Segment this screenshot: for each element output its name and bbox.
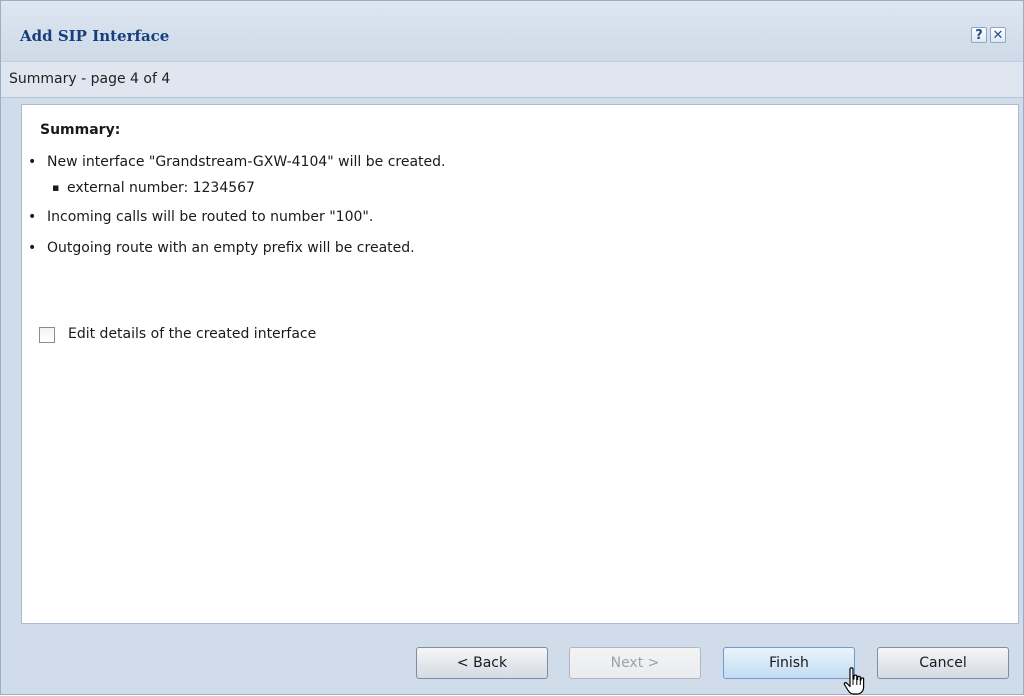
- help-icon[interactable]: ?: [971, 27, 987, 43]
- back-button[interactable]: < Back: [416, 647, 548, 679]
- bullet-icon: •: [28, 240, 37, 256]
- next-button: Next >: [569, 647, 701, 679]
- summary-heading: Summary:: [40, 122, 121, 138]
- bullet-icon: •: [28, 154, 37, 170]
- hand-pointer-icon: [843, 667, 865, 695]
- summary-panel: Summary: • New interface "Grandstream-GX…: [21, 104, 1019, 624]
- summary-item-outgoing-route: Outgoing route with an empty prefix will…: [47, 240, 415, 256]
- finish-button[interactable]: Finish: [723, 647, 855, 679]
- add-sip-interface-dialog: Add SIP Interface ? ✕ Summary - page 4 o…: [0, 0, 1024, 695]
- dialog-title-bar: Add SIP Interface ? ✕: [1, 1, 1023, 61]
- edit-details-checkbox[interactable]: [39, 327, 55, 343]
- bullet-icon: •: [28, 209, 37, 225]
- dialog-title: Add SIP Interface: [20, 27, 170, 45]
- page-subtitle: Summary - page 4 of 4: [9, 71, 171, 87]
- sub-bullet-icon: ▪: [52, 181, 60, 194]
- edit-details-label[interactable]: Edit details of the created interface: [68, 326, 316, 342]
- summary-item-external-number: external number: 1234567: [67, 180, 255, 196]
- summary-item-new-interface: New interface "Grandstream-GXW-4104" wil…: [47, 154, 446, 170]
- summary-item-incoming-calls: Incoming calls will be routed to number …: [47, 209, 374, 225]
- close-icon[interactable]: ✕: [990, 27, 1006, 43]
- page-subtitle-bar: Summary - page 4 of 4: [1, 61, 1023, 98]
- cancel-button[interactable]: Cancel: [877, 647, 1009, 679]
